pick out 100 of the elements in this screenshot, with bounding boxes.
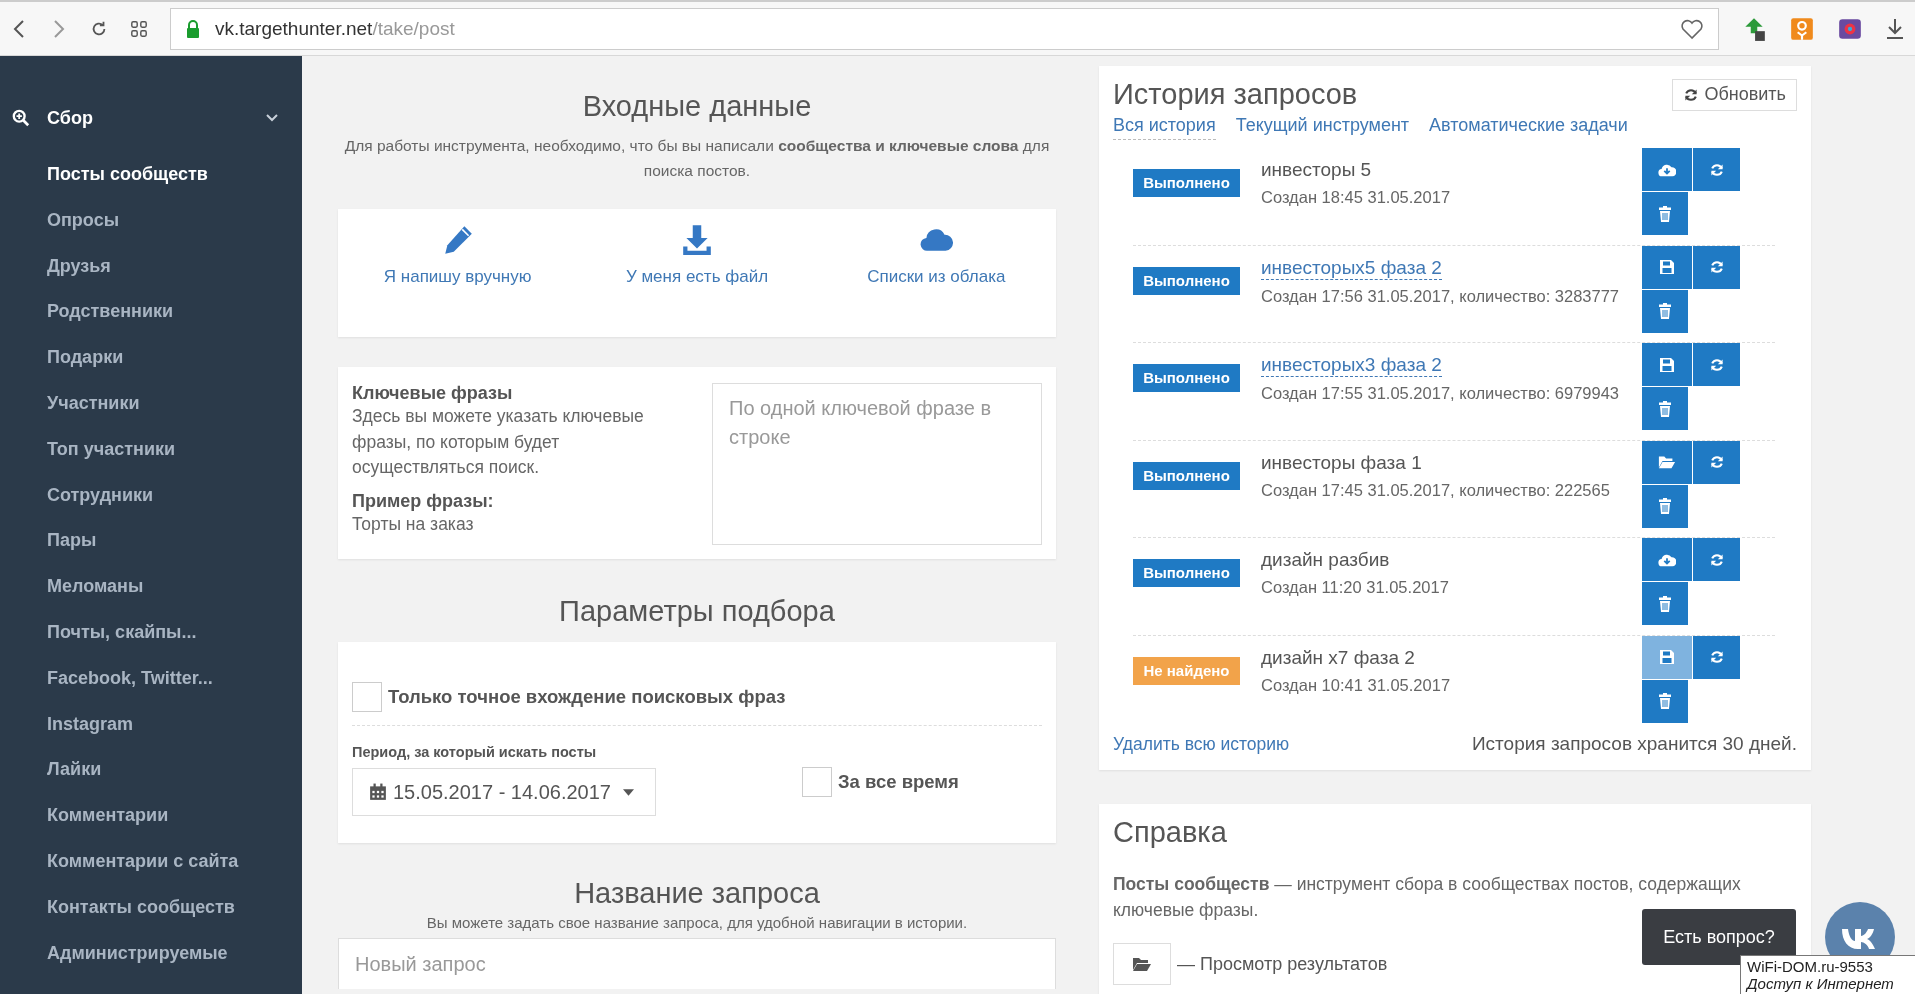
keywords-title: Ключевые фразы bbox=[352, 383, 514, 404]
status-badge: Выполнено bbox=[1133, 461, 1240, 490]
sidebar-item[interactable]: Лайки bbox=[0, 747, 302, 794]
sidebar-item[interactable]: Меломаны bbox=[0, 564, 302, 610]
section-title: Название запроса bbox=[573, 877, 821, 910]
example-title: Пример фразы: bbox=[352, 490, 495, 512]
date-range-picker[interactable]: 15.05.2017 - 14.06.2017 bbox=[352, 768, 656, 816]
sidebar-item[interactable]: Сотрудники bbox=[0, 472, 302, 519]
caret-icon bbox=[622, 788, 634, 796]
trash-icon bbox=[1656, 303, 1674, 319]
download-icon bbox=[680, 223, 714, 257]
source-option[interactable]: Я напишу вручную bbox=[338, 223, 578, 287]
rerun-button[interactable] bbox=[1693, 245, 1740, 289]
request-link[interactable]: инвесторых3 фаза 2 bbox=[1261, 354, 1442, 377]
status-badge: Не найдено bbox=[1133, 656, 1240, 685]
folder-icon bbox=[1132, 956, 1152, 972]
delete-button[interactable] bbox=[1642, 582, 1688, 625]
heart-icon[interactable] bbox=[1680, 17, 1704, 40]
example-text: Торты на заказ bbox=[352, 512, 475, 536]
save-icon bbox=[1658, 356, 1676, 373]
trash-icon bbox=[1656, 205, 1674, 222]
status-badge: Выполнено bbox=[1133, 266, 1240, 295]
sidebar-item[interactable]: Комментарии bbox=[0, 793, 302, 839]
keywords-field[interactable]: По одной ключевой фразе в строке bbox=[712, 383, 1042, 545]
rerun-button[interactable] bbox=[1693, 343, 1740, 386]
checkbox[interactable] bbox=[352, 682, 382, 712]
sidebar-item[interactable]: Facebook, Twitter... bbox=[0, 655, 302, 702]
sidebar-item[interactable]: Участники bbox=[0, 381, 302, 427]
delete-button[interactable] bbox=[1642, 387, 1688, 430]
sidebar-item[interactable]: Пары bbox=[0, 518, 302, 565]
history-note: История запросов хранится 30 дней. bbox=[1471, 733, 1797, 755]
url-text: vk.targethunter.net/take/post bbox=[215, 17, 456, 40]
request-title: дизайн разбив bbox=[1261, 549, 1390, 571]
request-title: дизайн x7 фаза 2 bbox=[1261, 646, 1415, 669]
sidebar-item[interactable]: Instagram bbox=[0, 701, 302, 748]
sidebar-item[interactable]: Опросы bbox=[0, 197, 302, 244]
refresh-icon bbox=[1683, 86, 1700, 103]
lock-icon bbox=[185, 18, 201, 39]
sidebar-item[interactable]: Топ участники bbox=[0, 426, 302, 473]
sidebar-item[interactable]: Друзья bbox=[0, 243, 302, 290]
sidebar-item[interactable]: Почты, скайпы... bbox=[0, 609, 302, 656]
download-icon[interactable] bbox=[1885, 16, 1905, 41]
trash-icon bbox=[1656, 693, 1674, 709]
filter-tab[interactable]: Текущий инструмент bbox=[1235, 115, 1410, 140]
delete-button[interactable] bbox=[1642, 484, 1688, 528]
grid-icon[interactable] bbox=[130, 18, 148, 39]
status-badge: Выполнено bbox=[1133, 169, 1240, 197]
sidebar-item[interactable]: Администрируемые bbox=[0, 930, 302, 977]
keywords-description: Здесь вы можете указать ключевые фразы, по которым будет осуществляться поиск. bbox=[352, 405, 645, 479]
checkbox-label: За все время bbox=[838, 771, 959, 793]
status-badge: Выполнено bbox=[1133, 364, 1240, 392]
source-option[interactable]: У меня есть файл bbox=[577, 223, 817, 287]
refresh-button[interactable]: Обновить bbox=[1672, 78, 1797, 111]
filter-tab[interactable]: Автоматические задачи bbox=[1429, 115, 1628, 140]
results-button[interactable] bbox=[1642, 538, 1692, 581]
sidebar-item[interactable]: Родственники bbox=[0, 289, 302, 336]
request-details: Создан 17:45 31.05.2017, количество: 222565 bbox=[1261, 480, 1611, 500]
section-title: Входные данные bbox=[581, 90, 813, 123]
rerun-button[interactable] bbox=[1693, 440, 1740, 484]
save-icon bbox=[1658, 649, 1676, 665]
delete-button[interactable] bbox=[1642, 679, 1688, 723]
section-description: Для работы инструмента, необходимо, что бы вы написали сообщества и ключевые слова для поиска постов. bbox=[343, 136, 1051, 181]
period-label: Период, за который искать посты bbox=[352, 744, 598, 760]
trash-icon bbox=[1656, 498, 1674, 514]
delete-button[interactable] bbox=[1642, 192, 1688, 235]
checkbox-label: Только точное вхождение поисковых фраз bbox=[388, 686, 786, 708]
sidebar-item[interactable]: Комментарии с сайта bbox=[0, 838, 302, 885]
rerun-button[interactable] bbox=[1693, 538, 1740, 581]
source-option[interactable]: Списки из облака bbox=[816, 223, 1056, 287]
status-badge: Выполнено bbox=[1133, 559, 1240, 587]
results-button[interactable] bbox=[1642, 148, 1692, 191]
request-name-field[interactable]: Новый запрос bbox=[338, 938, 1056, 989]
delete-button[interactable] bbox=[1642, 289, 1688, 333]
request-details: Создан 10:41 31.05.2017 bbox=[1261, 675, 1452, 695]
sidebar-item[interactable]: Контакты сообществ bbox=[0, 884, 302, 931]
results-button[interactable] bbox=[1642, 245, 1692, 289]
sidebar-item[interactable]: Посты сообществ bbox=[0, 152, 302, 198]
rerun-button[interactable] bbox=[1693, 635, 1740, 679]
results-button[interactable] bbox=[1642, 440, 1692, 484]
delete-history-link[interactable]: Удалить всю историю bbox=[1113, 733, 1290, 755]
trash-icon bbox=[1656, 595, 1674, 612]
sidebar-item[interactable]: Подарки bbox=[0, 335, 302, 381]
results-button[interactable] bbox=[1642, 343, 1692, 386]
folder-icon bbox=[1658, 454, 1676, 470]
sidebar-section[interactable]: Сбор bbox=[0, 98, 302, 138]
rerun-button[interactable] bbox=[1693, 148, 1740, 191]
request-title: инвесторы 5 bbox=[1261, 159, 1372, 181]
section-description: Вы можете задать свое название запроса, для удобной навигации в истории. bbox=[425, 914, 969, 932]
checkbox[interactable] bbox=[802, 767, 832, 797]
request-title: инвесторы фаза 1 bbox=[1261, 451, 1422, 474]
filter-tab[interactable]: Вся история bbox=[1113, 115, 1216, 140]
request-link[interactable]: инвесторых5 фаза 2 bbox=[1261, 256, 1442, 280]
section-title: Параметры подбора bbox=[558, 595, 836, 628]
panel-title: История запросов bbox=[1113, 78, 1358, 111]
request-details: Создан 17:56 31.05.2017, количество: 3283777 bbox=[1261, 286, 1621, 306]
save-icon bbox=[1658, 259, 1676, 275]
calendar-icon bbox=[369, 783, 387, 801]
legend-text: — Просмотр результатов bbox=[1177, 953, 1388, 975]
trash-icon bbox=[1656, 400, 1674, 417]
address-bar[interactable]: vk.targethunter.net/take/post bbox=[170, 7, 1719, 50]
